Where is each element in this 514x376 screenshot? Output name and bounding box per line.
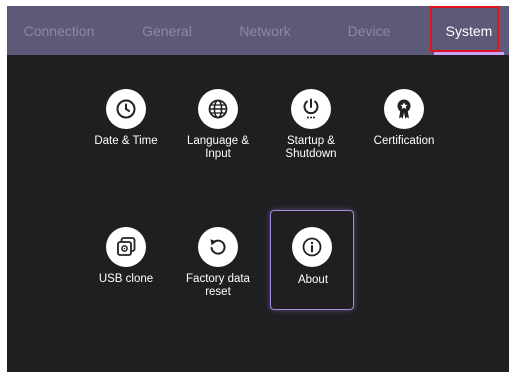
tile-label: Language & Input <box>186 135 250 160</box>
tile-label: Certification <box>373 135 435 147</box>
info-icon <box>292 227 332 267</box>
tab-system[interactable]: System <box>434 6 504 55</box>
clock-icon <box>106 89 146 129</box>
power-icon <box>291 89 331 129</box>
tile-factory-data-reset[interactable]: Factory data reset <box>178 212 258 308</box>
tab-device[interactable]: Device <box>329 6 409 55</box>
tile-label: About <box>297 274 329 286</box>
reset-arrow-icon <box>198 227 238 267</box>
tile-certification[interactable]: Certification <box>364 74 444 170</box>
award-ribbon-icon <box>384 89 424 129</box>
tile-date-time[interactable]: Date & Time <box>86 74 166 170</box>
tile-label: Startup & Shutdown <box>285 135 337 160</box>
tile-about[interactable]: About <box>270 210 354 310</box>
tab-bar: Connection General Network Device System <box>7 6 509 55</box>
tab-general[interactable]: General <box>121 6 213 55</box>
settings-screen: Connection General Network Device System… <box>7 6 509 372</box>
tile-usb-clone[interactable]: USB clone <box>86 212 166 308</box>
globe-icon <box>198 89 238 129</box>
tab-network[interactable]: Network <box>221 6 309 55</box>
active-tab-indicator <box>434 52 504 55</box>
usb-clone-icon <box>106 227 146 267</box>
tile-label: Factory data reset <box>186 273 250 298</box>
tile-language-input[interactable]: Language & Input <box>178 74 258 170</box>
tab-connection[interactable]: Connection <box>7 6 111 55</box>
tile-startup-shutdown[interactable]: Startup & Shutdown <box>271 74 351 170</box>
